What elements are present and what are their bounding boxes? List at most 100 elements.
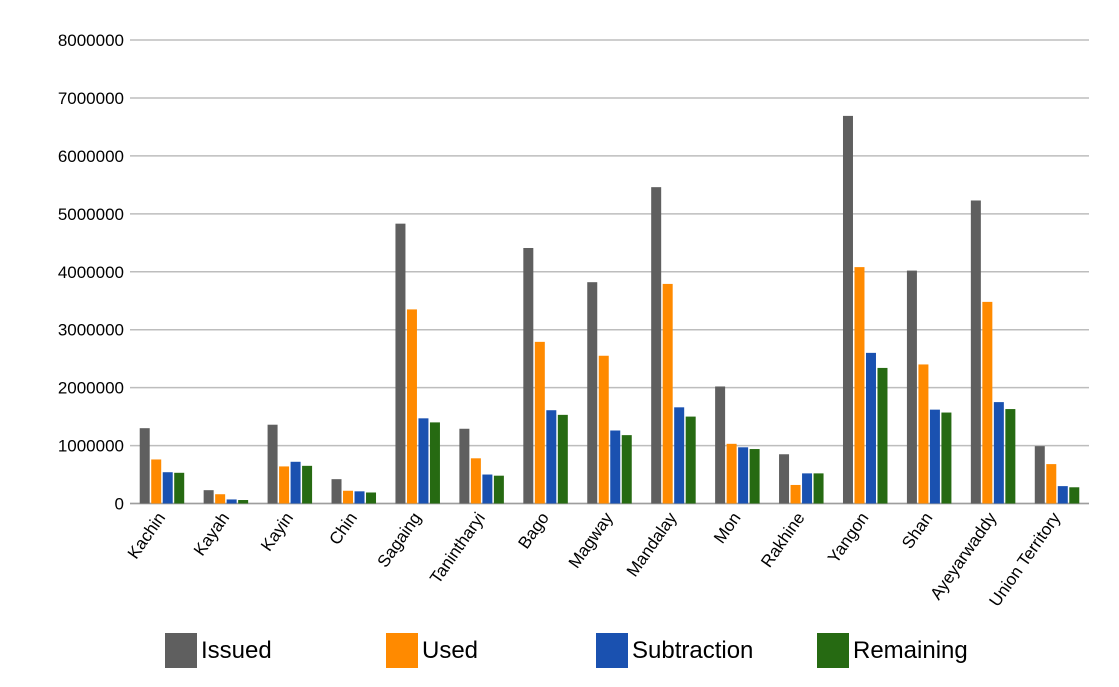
y-axis-ticks: 0 1000000 2000000 3000000 4000000 5000000 6000… xyxy=(58,31,124,514)
bar-group-ayeyarwaddy xyxy=(970,200,1016,504)
legend-label: Remaining xyxy=(853,637,968,664)
bar-group-chin xyxy=(331,479,377,504)
bar-subtraction xyxy=(993,402,1004,504)
x-tick-label: Mon xyxy=(710,509,745,547)
y-tick-label: 8000000 xyxy=(58,31,124,50)
bar-remaining xyxy=(302,465,313,504)
bar-used xyxy=(982,301,993,504)
bar-used xyxy=(854,267,865,504)
legend-item-issued: Issued xyxy=(165,633,272,668)
bar-subtraction xyxy=(674,407,685,504)
bar-issued xyxy=(203,490,214,504)
legend-label: Subtraction xyxy=(632,637,753,664)
bar-issued xyxy=(139,428,150,504)
y-tick-label: 4000000 xyxy=(58,263,124,282)
bar-group-bago xyxy=(523,247,568,504)
bar-used xyxy=(790,484,801,504)
bar-remaining xyxy=(877,367,888,504)
bar-issued xyxy=(1034,446,1045,504)
bar-used xyxy=(918,364,929,504)
bar-remaining xyxy=(1069,487,1080,504)
bar-group-tanintharyi xyxy=(459,428,504,504)
bar-subtraction xyxy=(802,473,813,504)
bar-group-magway xyxy=(587,282,632,504)
bar-issued xyxy=(842,115,853,504)
bar-issued xyxy=(459,428,470,504)
y-tick-label: 6000000 xyxy=(58,147,124,166)
bar-group-union-territory xyxy=(1034,446,1080,504)
bar-subtraction xyxy=(738,447,749,504)
bar-subtraction xyxy=(290,461,301,504)
x-tick-label: Bago xyxy=(515,509,553,552)
bar-remaining xyxy=(429,422,440,504)
bar-subtraction xyxy=(162,472,173,504)
bar-group-mandalay xyxy=(651,187,696,504)
bar-used xyxy=(343,490,354,504)
bar-issued xyxy=(331,479,342,504)
bar-remaining xyxy=(557,414,568,504)
legend-swatch xyxy=(817,633,849,668)
bar-group-kachin xyxy=(139,428,185,504)
bar-used xyxy=(215,494,226,504)
x-axis-labels: Kachin Kayah Kayin Chin Sagaing Tanintharyi Ba… xyxy=(124,508,1065,610)
bar-group-kayah xyxy=(203,490,249,504)
bar-used xyxy=(534,341,545,504)
bar-subtraction xyxy=(354,491,365,504)
bar-used xyxy=(279,466,290,504)
bar-used xyxy=(662,283,673,504)
bar-remaining xyxy=(621,435,632,504)
bar-used xyxy=(1046,464,1057,504)
bar-group-rakhine xyxy=(779,454,824,504)
bar-subtraction xyxy=(546,410,557,504)
y-tick-label: 0 xyxy=(115,495,124,514)
legend-item-used: Used xyxy=(386,633,478,668)
bar-issued xyxy=(395,223,406,504)
x-tick-label: Mandalay xyxy=(623,508,681,580)
bar-subtraction xyxy=(482,474,493,504)
bar-used xyxy=(726,443,737,504)
bar-remaining xyxy=(941,412,952,504)
y-tick-label: 3000000 xyxy=(58,321,124,340)
bar-remaining xyxy=(685,416,696,504)
bar-used xyxy=(598,355,609,504)
bar-subtraction xyxy=(1057,486,1068,504)
bar-subtraction xyxy=(929,409,940,504)
bar-issued xyxy=(523,247,534,504)
bar-remaining xyxy=(366,492,377,504)
x-tick-label: Sagaing xyxy=(374,509,425,571)
x-tick-label: Kayah xyxy=(190,509,233,559)
bar-issued xyxy=(779,454,790,504)
bar-subtraction xyxy=(610,430,621,504)
bar-group-kayin xyxy=(267,424,313,504)
x-tick-label: Tanintharyi xyxy=(426,509,489,587)
legend-item-subtraction: Subtraction xyxy=(596,633,753,668)
x-tick-label: Yangon xyxy=(824,509,872,567)
bar-issued xyxy=(906,270,917,504)
x-tick-label: Kachin xyxy=(124,509,169,562)
bar-issued xyxy=(715,386,726,504)
bar-remaining xyxy=(1005,409,1016,504)
legend-swatch xyxy=(386,633,418,668)
legend: Issued Used Subtraction Remaining xyxy=(165,633,968,668)
y-tick-label: 5000000 xyxy=(58,205,124,224)
bar-group-sagaing xyxy=(395,223,440,504)
bar-remaining xyxy=(813,473,824,504)
x-tick-label: Magway xyxy=(565,508,617,571)
bar-issued xyxy=(651,187,662,504)
bar-subtraction xyxy=(226,499,237,504)
bar-chart: 0 1000000 2000000 3000000 4000000 5000000 6000… xyxy=(58,31,1089,668)
legend-item-remaining: Remaining xyxy=(817,633,968,668)
bar-issued xyxy=(267,424,278,504)
x-tick-label: Rakhine xyxy=(757,509,808,571)
bar-issued xyxy=(587,282,598,504)
bar-subtraction xyxy=(418,418,429,504)
bar-remaining xyxy=(749,449,760,504)
bar-issued xyxy=(970,200,981,504)
bar-remaining xyxy=(238,500,249,504)
bar-remaining xyxy=(174,472,185,504)
y-tick-label: 2000000 xyxy=(58,379,124,398)
legend-label: Issued xyxy=(201,637,272,664)
bar-remaining xyxy=(493,475,504,504)
x-tick-label: Ayeyarwaddy xyxy=(926,508,1000,603)
y-tick-label: 1000000 xyxy=(58,437,124,456)
